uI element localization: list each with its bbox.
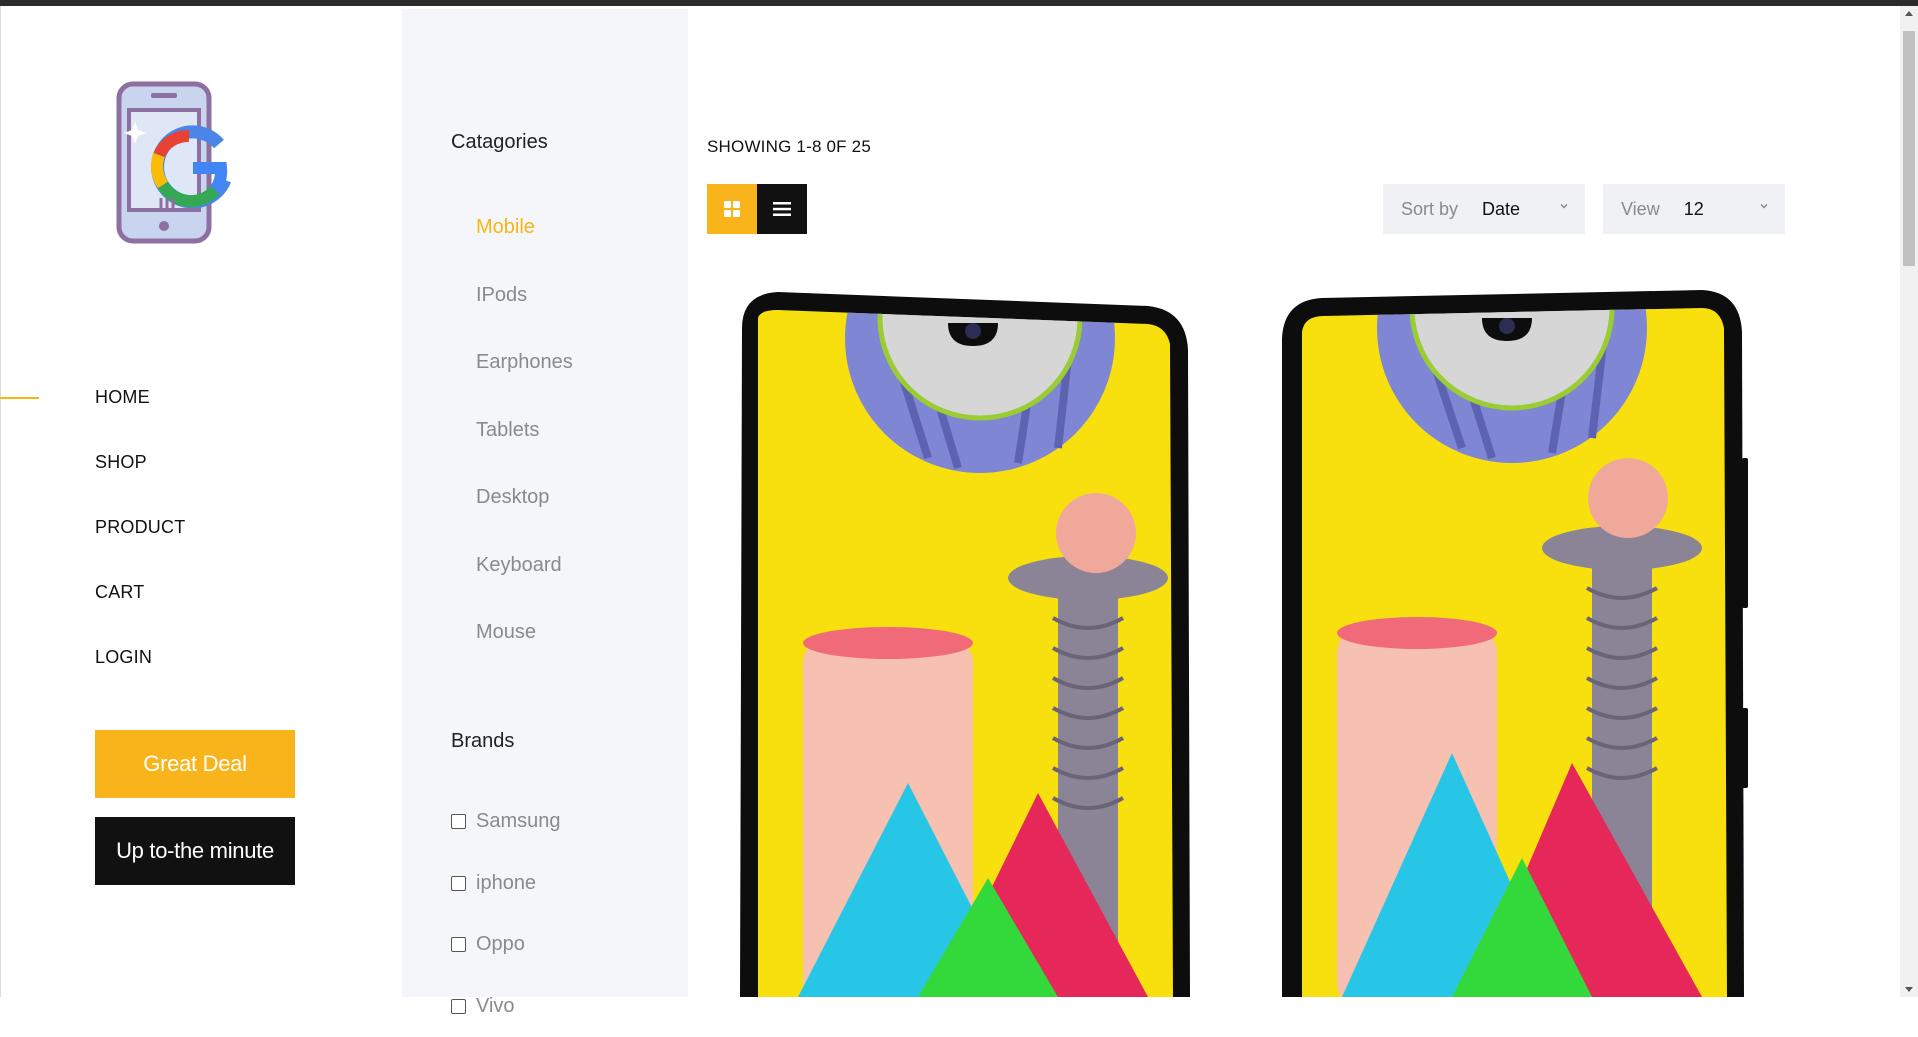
categories-title: Catagories — [451, 131, 548, 154]
category-ipods[interactable]: IPods — [476, 280, 573, 348]
active-nav-indicator — [0, 397, 39, 399]
view-count-select[interactable]: View 12 — [1603, 184, 1785, 234]
main-nav: HOME SHOP PRODUCT CART LOGIN — [95, 385, 185, 710]
view-value: 12 — [1684, 199, 1704, 220]
category-earphones[interactable]: Earphones — [476, 347, 573, 415]
brand-label: Oppo — [476, 933, 525, 956]
brand-iphone[interactable]: iphone — [451, 853, 561, 915]
category-keyboard[interactable]: Keyboard — [476, 550, 573, 618]
product-image — [1272, 288, 1772, 997]
up-to-the-minute-button[interactable]: Up to-the minute — [95, 817, 295, 885]
list-view-icon — [773, 201, 791, 217]
brand-label: Samsung — [476, 810, 561, 833]
category-list: Mobile IPods Earphones Tablets Desktop K… — [476, 212, 573, 685]
browser-top-bar — [0, 0, 1918, 6]
nav-cart[interactable]: CART — [95, 580, 185, 645]
sort-by-label: Sort by — [1401, 199, 1458, 220]
view-label: View — [1621, 199, 1660, 220]
nav-shop[interactable]: SHOP — [95, 450, 185, 515]
brand-list: Samsung iphone Oppo Vivo — [451, 791, 561, 1037]
nav-home[interactable]: HOME — [95, 385, 185, 450]
scrollbar-thumb[interactable] — [1903, 31, 1915, 266]
grid-view-button[interactable] — [707, 184, 757, 234]
grid-view-icon — [723, 200, 741, 218]
brand-label: Vivo — [476, 995, 515, 1018]
category-mobile[interactable]: Mobile — [476, 212, 573, 280]
brand-samsung[interactable]: Samsung — [451, 791, 561, 853]
product-card[interactable] — [718, 288, 1218, 997]
great-deal-button[interactable]: Great Deal — [95, 730, 295, 798]
brand-vivo[interactable]: Vivo — [451, 976, 561, 1037]
scroll-down-icon[interactable] — [1905, 987, 1913, 992]
brands-title: Brands — [451, 730, 514, 753]
sort-by-value: Date — [1482, 199, 1520, 220]
category-desktop[interactable]: Desktop — [476, 482, 573, 550]
chevron-down-icon — [1559, 201, 1569, 211]
nav-product[interactable]: PRODUCT — [95, 515, 185, 580]
brand-checkbox[interactable] — [451, 876, 466, 891]
brand-checkbox[interactable] — [451, 937, 466, 952]
brand-checkbox[interactable] — [451, 814, 466, 829]
product-card[interactable] — [1272, 288, 1772, 997]
results-count: SHOWING 1-8 0F 25 — [707, 137, 871, 157]
sort-by-select[interactable]: Sort by Date — [1383, 184, 1585, 234]
page-left-border — [0, 6, 1, 997]
product-image — [718, 288, 1218, 997]
nav-login[interactable]: LOGIN — [95, 645, 185, 710]
category-mouse[interactable]: Mouse — [476, 617, 573, 685]
brand-checkbox[interactable] — [451, 999, 466, 1014]
list-view-button[interactable] — [757, 184, 807, 234]
phone-google-logo-icon — [115, 80, 245, 245]
category-tablets[interactable]: Tablets — [476, 415, 573, 483]
brand-oppo[interactable]: Oppo — [451, 914, 561, 976]
page-scrollbar[interactable] — [1900, 6, 1918, 997]
site-logo[interactable] — [115, 80, 245, 245]
chevron-down-icon — [1759, 201, 1769, 211]
scroll-up-icon[interactable] — [1905, 11, 1913, 16]
brand-label: iphone — [476, 872, 536, 895]
